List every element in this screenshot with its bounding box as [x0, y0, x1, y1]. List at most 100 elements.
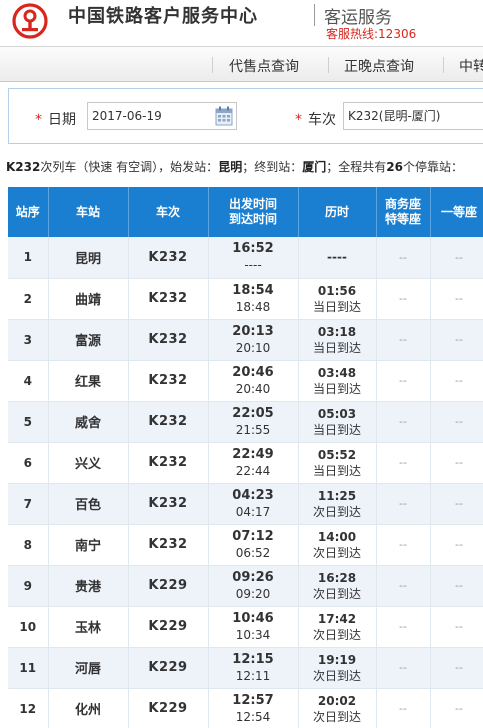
arrive-time: 20:40 — [235, 381, 271, 396]
cell-index: 2 — [8, 278, 49, 320]
cell-index: 10 — [8, 606, 49, 648]
cell-time: 18:54 18:48 — [208, 278, 299, 320]
duration-time: 16:28 — [317, 570, 357, 585]
nav-item-transfer[interactable]: 中转 — [459, 56, 483, 76]
header-train: 车次 — [128, 187, 209, 237]
header-first-class: 一等座 — [430, 187, 483, 237]
header-depart-time: 出发时间 — [228, 197, 277, 211]
query-form: * 日期 2017-06-19 * 车次 K232(昆明-厦门) — [8, 88, 483, 144]
cell-time: 20:46 20:40 — [208, 360, 299, 402]
arrive-time: 20:10 — [235, 340, 271, 355]
arrive-time: 21:55 — [235, 422, 271, 437]
cell-first-class: -- — [430, 442, 483, 484]
table-row: 9 贵港 K229 09:26 09:20 16:28 次日到达 -- -- — [8, 565, 483, 607]
arrival-day: 当日到达 — [312, 340, 361, 355]
china-railway-logo-icon[interactable] — [12, 3, 48, 39]
cell-station: 红果 — [48, 360, 129, 402]
cell-duration: 14:00 次日到达 — [298, 524, 377, 566]
cell-duration: 19:19 次日到达 — [298, 647, 377, 689]
nav-item-agency-query[interactable]: 代售点查询 — [229, 56, 299, 76]
cell-index: 11 — [8, 647, 49, 689]
date-label: * 日期 — [35, 109, 76, 129]
summary-train: K232 — [6, 160, 41, 174]
table-row: 12 化州 K229 12:57 12:54 20:02 次日到达 -- -- — [8, 688, 483, 728]
arrive-time: 12:11 — [235, 668, 271, 683]
duration-time: 03:48 — [317, 365, 357, 380]
arrival-day: 当日到达 — [312, 422, 361, 437]
summary-text: ；全程共有 — [326, 160, 387, 174]
cell-duration: 17:42 次日到达 — [298, 606, 377, 648]
cell-train: K229 — [128, 647, 209, 689]
depart-time: 04:23 — [232, 487, 274, 503]
top-nav: 代售点查询 正晚点查询 中转 — [0, 46, 483, 82]
train-number-field[interactable]: K232(昆明-厦门) — [343, 102, 483, 130]
train-label: * 车次 — [295, 109, 336, 129]
table-header-row: 站序 车站 车次 出发时间 到达时间 历时 商务座 特等座 一等座 — [8, 187, 483, 237]
cell-train: K229 — [128, 688, 209, 728]
arrival-day: 当日到达 — [312, 463, 361, 478]
cell-train: K232 — [128, 319, 209, 361]
cell-first-class: -- — [430, 524, 483, 566]
table-row: 1 昆明 K232 16:52 ---- ---- -- -- — [8, 237, 483, 279]
cell-first-class: -- — [430, 565, 483, 607]
cell-index: 6 — [8, 442, 49, 484]
cell-time: 16:52 ---- — [208, 237, 299, 279]
cell-station: 威舍 — [48, 401, 129, 443]
cell-station: 南宁 — [48, 524, 129, 566]
table-row: 11 河唇 K229 12:15 12:11 19:19 次日到达 -- -- — [8, 647, 483, 689]
cell-station: 玉林 — [48, 606, 129, 648]
cell-business-seat: -- — [376, 483, 431, 525]
cell-duration: 11:25 次日到达 — [298, 483, 377, 525]
cell-duration: 03:48 当日到达 — [298, 360, 377, 402]
header-business-seat: 商务座 特等座 — [376, 187, 431, 237]
cell-first-class: -- — [430, 319, 483, 361]
cell-business-seat: -- — [376, 647, 431, 689]
cell-station: 曲靖 — [48, 278, 129, 320]
cell-index: 5 — [8, 401, 49, 443]
cell-train: K229 — [128, 606, 209, 648]
nav-divider — [443, 57, 444, 73]
arrival-day: 当日到达 — [312, 299, 361, 314]
cell-business-seat: -- — [376, 442, 431, 484]
duration-time: 11:25 — [317, 488, 357, 503]
cell-business-seat: -- — [376, 237, 431, 279]
cell-time: 22:05 21:55 — [208, 401, 299, 443]
depart-time: 09:26 — [232, 569, 274, 585]
header-index: 站序 — [8, 187, 49, 237]
arrive-time: 22:44 — [235, 463, 271, 478]
cell-station: 百色 — [48, 483, 129, 525]
duration-time: 03:18 — [317, 324, 357, 339]
duration-time: 20:02 — [317, 693, 357, 708]
cell-duration: 05:52 当日到达 — [298, 442, 377, 484]
summary-text: 次列车（快速 有空调），始发站： — [40, 160, 219, 174]
cell-time: 22:49 22:44 — [208, 442, 299, 484]
duration-time: 01:56 — [317, 283, 357, 298]
table-row: 4 红果 K232 20:46 20:40 03:48 当日到达 -- -- — [8, 360, 483, 402]
arrival-day: 次日到达 — [312, 668, 361, 683]
arrive-time: 12:54 — [235, 709, 271, 724]
depart-time: 22:05 — [232, 405, 274, 421]
required-mark: * — [295, 112, 302, 128]
summary-stop-count: 26 — [386, 160, 403, 174]
date-label-text: 日期 — [48, 112, 76, 128]
timetable-table: 站序 车站 车次 出发时间 到达时间 历时 商务座 特等座 一等座 1 昆明 K232 1… — [8, 187, 483, 728]
table-row: 5 威舍 K232 22:05 21:55 05:03 当日到达 -- -- — [8, 401, 483, 443]
nav-item-delay-query[interactable]: 正晚点查询 — [344, 56, 414, 76]
duration-time: 05:52 — [317, 447, 357, 462]
depart-time: 07:12 — [232, 528, 274, 544]
cell-index: 1 — [8, 237, 49, 279]
cell-first-class: -- — [430, 647, 483, 689]
cell-duration: 05:03 当日到达 — [298, 401, 377, 443]
calendar-icon[interactable] — [215, 106, 233, 126]
cell-index: 9 — [8, 565, 49, 607]
hotline-text: 客服热线:12306 — [326, 27, 417, 41]
cell-first-class: -- — [430, 360, 483, 402]
summary-terminal: 厦门 — [302, 160, 327, 174]
cell-train: K232 — [128, 483, 209, 525]
duration-time: ---- — [327, 250, 347, 265]
cell-train: K229 — [128, 565, 209, 607]
cell-duration: 01:56 当日到达 — [298, 278, 377, 320]
arrive-time: 09:20 — [235, 586, 271, 601]
cell-train: K232 — [128, 442, 209, 484]
table-row: 8 南宁 K232 07:12 06:52 14:00 次日到达 -- -- — [8, 524, 483, 566]
